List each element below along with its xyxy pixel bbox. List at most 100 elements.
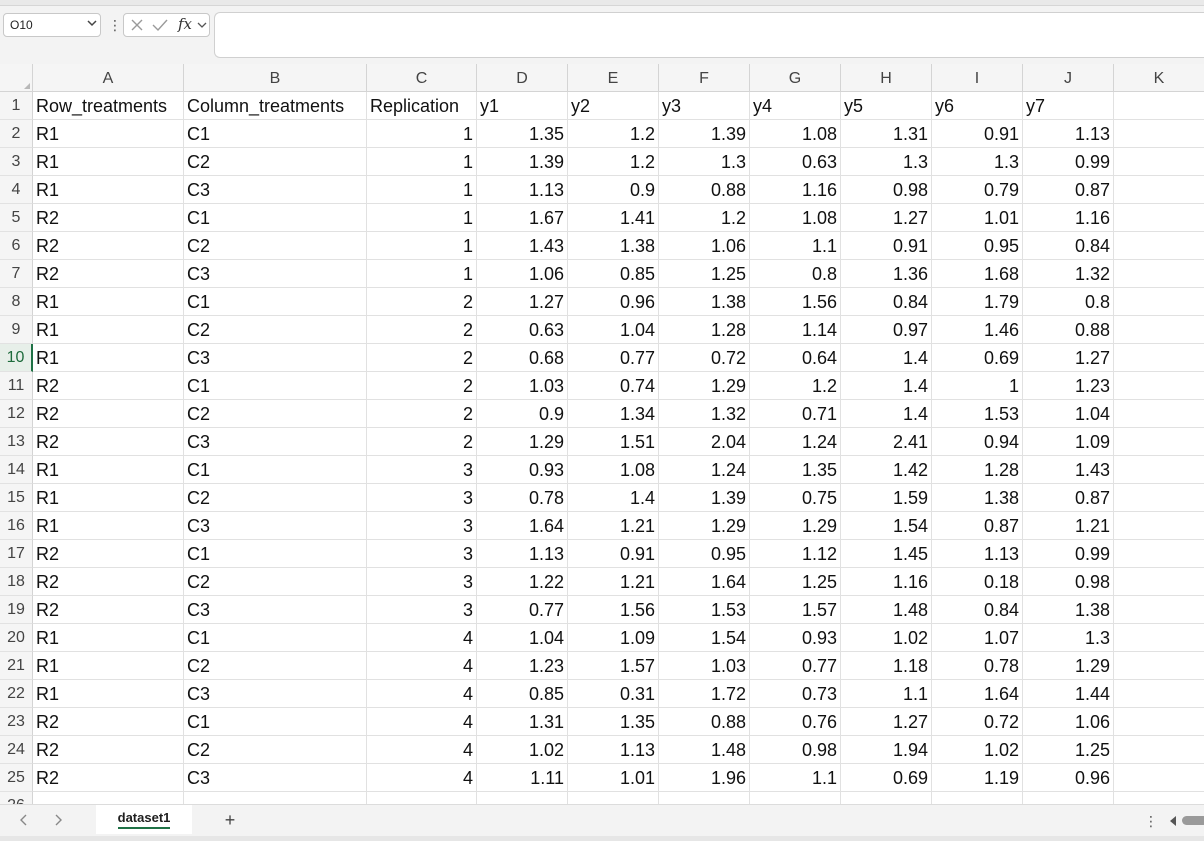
cell-h6[interactable]: 0.91: [841, 232, 932, 260]
insert-function-button[interactable]: fx: [178, 15, 192, 33]
horizontal-scrollbar-thumb[interactable]: [1182, 816, 1204, 825]
cell-j5[interactable]: 1.16: [1023, 204, 1114, 232]
cell-g11[interactable]: 1.2: [750, 372, 841, 400]
cell-c16[interactable]: 3: [367, 512, 477, 540]
cell-a2[interactable]: R1: [33, 120, 184, 148]
cell-c24[interactable]: 4: [367, 736, 477, 764]
cell-a14[interactable]: R1: [33, 456, 184, 484]
cell-h23[interactable]: 1.27: [841, 708, 932, 736]
cell-a7[interactable]: R2: [33, 260, 184, 288]
cell-j7[interactable]: 1.32: [1023, 260, 1114, 288]
cell-e11[interactable]: 0.74: [568, 372, 659, 400]
row-header-8[interactable]: 8: [0, 288, 33, 316]
cell-d3[interactable]: 1.39: [477, 148, 568, 176]
cell-e4[interactable]: 0.9: [568, 176, 659, 204]
cell-b23[interactable]: C1: [184, 708, 367, 736]
cell-h16[interactable]: 1.54: [841, 512, 932, 540]
cell-b12[interactable]: C2: [184, 400, 367, 428]
cell-g21[interactable]: 0.77: [750, 652, 841, 680]
cell-c5[interactable]: 1: [367, 204, 477, 232]
cell-d15[interactable]: 0.78: [477, 484, 568, 512]
cell-a18[interactable]: R2: [33, 568, 184, 596]
cell-b24[interactable]: C2: [184, 736, 367, 764]
cell-j6[interactable]: 0.84: [1023, 232, 1114, 260]
cell-d23[interactable]: 1.31: [477, 708, 568, 736]
cell-b7[interactable]: C3: [184, 260, 367, 288]
cell-i24[interactable]: 1.02: [932, 736, 1023, 764]
cell-j20[interactable]: 1.3: [1023, 624, 1114, 652]
row-header-2[interactable]: 2: [0, 120, 33, 148]
chevron-left-icon[interactable]: [18, 813, 30, 827]
cell-b13[interactable]: C3: [184, 428, 367, 456]
cell-f20[interactable]: 1.54: [659, 624, 750, 652]
cell-c14[interactable]: 3: [367, 456, 477, 484]
cell-j15[interactable]: 0.87: [1023, 484, 1114, 512]
cell-a4[interactable]: R1: [33, 176, 184, 204]
cell-j1[interactable]: y7: [1023, 92, 1114, 120]
cell-b18[interactable]: C2: [184, 568, 367, 596]
cell-c13[interactable]: 2: [367, 428, 477, 456]
cell-e1[interactable]: y2: [568, 92, 659, 120]
cell-h2[interactable]: 1.31: [841, 120, 932, 148]
row-header-22[interactable]: 22: [0, 680, 33, 708]
cell-f4[interactable]: 0.88: [659, 176, 750, 204]
row-header-17[interactable]: 17: [0, 540, 33, 568]
column-header-f[interactable]: F: [659, 64, 750, 92]
cell-b19[interactable]: C3: [184, 596, 367, 624]
cell-e6[interactable]: 1.38: [568, 232, 659, 260]
cell-b8[interactable]: C1: [184, 288, 367, 316]
cell-f16[interactable]: 1.29: [659, 512, 750, 540]
cell-f10[interactable]: 0.72: [659, 344, 750, 372]
cell-i6[interactable]: 0.95: [932, 232, 1023, 260]
cell-k20[interactable]: [1114, 624, 1204, 652]
cell-i23[interactable]: 0.72: [932, 708, 1023, 736]
cell-d1[interactable]: y1: [477, 92, 568, 120]
cell-c9[interactable]: 2: [367, 316, 477, 344]
formula-input[interactable]: [214, 12, 1204, 58]
cell-h18[interactable]: 1.16: [841, 568, 932, 596]
cell-h24[interactable]: 1.94: [841, 736, 932, 764]
cell-h25[interactable]: 0.69: [841, 764, 932, 792]
cell-i12[interactable]: 1.53: [932, 400, 1023, 428]
cell-f12[interactable]: 1.32: [659, 400, 750, 428]
cell-k11[interactable]: [1114, 372, 1204, 400]
cell-c15[interactable]: 3: [367, 484, 477, 512]
column-header-k[interactable]: K: [1114, 64, 1204, 92]
row-header-6[interactable]: 6: [0, 232, 33, 260]
column-header-a[interactable]: A: [33, 64, 184, 92]
cell-d26[interactable]: [477, 792, 568, 804]
cell-k5[interactable]: [1114, 204, 1204, 232]
cell-d13[interactable]: 1.29: [477, 428, 568, 456]
cell-g9[interactable]: 1.14: [750, 316, 841, 344]
cell-i14[interactable]: 1.28: [932, 456, 1023, 484]
cell-a9[interactable]: R1: [33, 316, 184, 344]
cell-b20[interactable]: C1: [184, 624, 367, 652]
cell-i20[interactable]: 1.07: [932, 624, 1023, 652]
cell-j21[interactable]: 1.29: [1023, 652, 1114, 680]
cell-a22[interactable]: R1: [33, 680, 184, 708]
column-header-i[interactable]: I: [932, 64, 1023, 92]
row-header-13[interactable]: 13: [0, 428, 33, 456]
cell-e22[interactable]: 0.31: [568, 680, 659, 708]
cell-h22[interactable]: 1.1: [841, 680, 932, 708]
cell-j17[interactable]: 0.99: [1023, 540, 1114, 568]
cell-d14[interactable]: 0.93: [477, 456, 568, 484]
cell-c23[interactable]: 4: [367, 708, 477, 736]
cell-a13[interactable]: R2: [33, 428, 184, 456]
cell-j9[interactable]: 0.88: [1023, 316, 1114, 344]
cell-c11[interactable]: 2: [367, 372, 477, 400]
cell-g4[interactable]: 1.16: [750, 176, 841, 204]
cell-c7[interactable]: 1: [367, 260, 477, 288]
column-header-j[interactable]: J: [1023, 64, 1114, 92]
cell-g8[interactable]: 1.56: [750, 288, 841, 316]
add-sheet-button[interactable]: +: [222, 811, 238, 829]
cell-f15[interactable]: 1.39: [659, 484, 750, 512]
cell-f2[interactable]: 1.39: [659, 120, 750, 148]
cell-i26[interactable]: [932, 792, 1023, 804]
cell-i18[interactable]: 0.18: [932, 568, 1023, 596]
column-header-h[interactable]: H: [841, 64, 932, 92]
cell-a8[interactable]: R1: [33, 288, 184, 316]
cell-d2[interactable]: 1.35: [477, 120, 568, 148]
cell-g12[interactable]: 0.71: [750, 400, 841, 428]
cell-h14[interactable]: 1.42: [841, 456, 932, 484]
